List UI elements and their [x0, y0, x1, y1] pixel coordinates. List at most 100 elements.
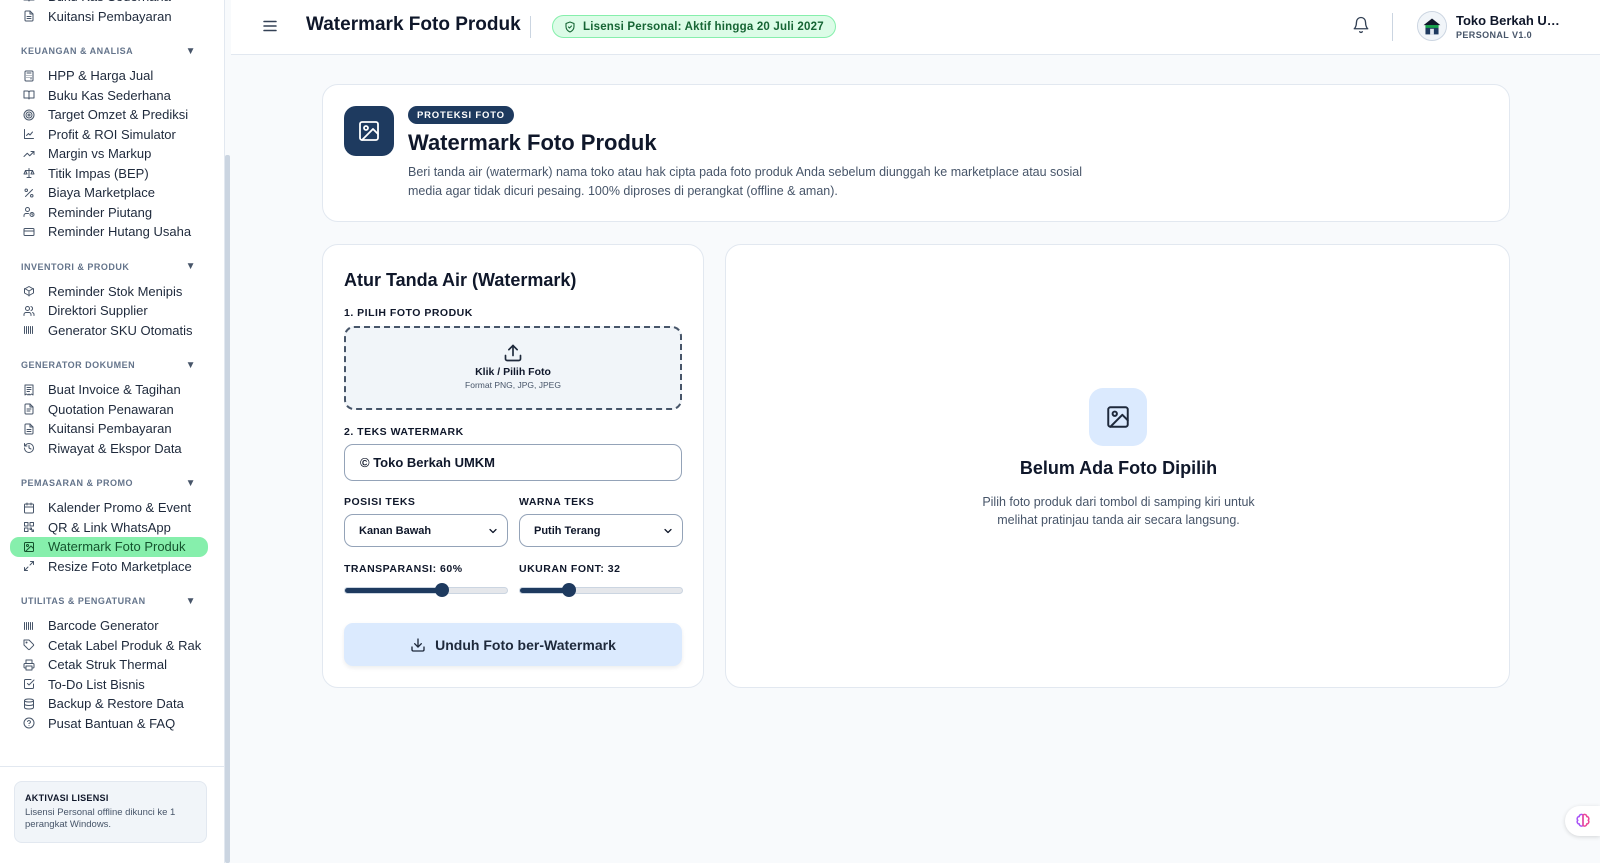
- sidebar-item-kalender-promo-event[interactable]: Kalender Promo & Event: [10, 498, 208, 518]
- sidebar-item-cetak-label-produk-rak[interactable]: Cetak Label Produk & Rak: [10, 636, 208, 656]
- hero-description: Beri tanda air (watermark) nama toko ata…: [408, 165, 1083, 198]
- sidebar-divider: [0, 766, 224, 767]
- sidebar-item-label: Biaya Marketplace: [48, 185, 155, 201]
- sidebar-item-titik-impas-bep[interactable]: Titik Impas (BEP): [10, 164, 208, 184]
- fontsize-slider-handle[interactable]: [561, 583, 576, 597]
- sidebar-item-profit-roi-simulator[interactable]: Profit & ROI Simulator: [10, 125, 208, 145]
- photo-upload-dropzone[interactable]: Klik / Pilih Foto Format PNG, JPG, JPEG: [344, 326, 682, 410]
- upload-formats: Format PNG, JPG, JPEG: [465, 380, 561, 390]
- sidebar-item-buku-kas-sederhana[interactable]: Buku Kas Sederhana: [10, 86, 208, 106]
- sidebar-item-qr-link-whatsapp[interactable]: QR & Link WhatsApp: [10, 518, 208, 538]
- download-watermark-button[interactable]: Unduh Foto ber-Watermark: [344, 623, 682, 666]
- sidebar-item-resize-foto-marketplace[interactable]: Resize Foto Marketplace: [10, 557, 208, 577]
- sidebar-item-hpp-harga-jual[interactable]: HPP & Harga Jual: [10, 66, 208, 86]
- sidebar-item-kuitansi-pembayaran[interactable]: Kuitansi Pembayaran: [10, 7, 208, 27]
- sidebar-item-direktori-supplier[interactable]: Direktori Supplier: [10, 301, 208, 321]
- tag-icon: [23, 639, 35, 651]
- sidebar-item-to-do-list-bisnis[interactable]: To-Do List Bisnis: [10, 675, 208, 695]
- ai-assistant-button[interactable]: [1565, 806, 1600, 836]
- sidebar-section-header[interactable]: PEMASARAN & PROMO ▼: [0, 476, 218, 490]
- opacity-slider-handle[interactable]: [435, 583, 450, 597]
- topbar: Watermark Foto Produk Lisensi Personal: …: [231, 0, 1600, 55]
- hero-title: Watermark Foto Produk: [408, 130, 657, 155]
- image-placeholder-icon: [1089, 388, 1147, 446]
- sidebar-item-buat-invoice-tagihan[interactable]: Buat Invoice & Tagihan: [10, 380, 208, 400]
- sidebar-item-riwayat-ekspor-data[interactable]: Riwayat & Ekspor Data: [10, 439, 208, 459]
- sidebar-item-label: Cetak Label Produk & Rak: [48, 637, 202, 653]
- sidebar-item-label: Buku Kas Sederhana: [48, 87, 171, 103]
- sidebar-section-title: PEMASARAN & PROMO: [21, 478, 134, 488]
- shield-check-icon: [565, 20, 575, 33]
- users-icon: [23, 305, 35, 317]
- color-select[interactable]: Putih Terang: [519, 514, 683, 547]
- download-icon: [411, 637, 425, 652]
- position-select[interactable]: Kanan Bawah: [344, 514, 508, 547]
- sidebar-item-buku-kas-sederhana[interactable]: Buku Kas Sederhana: [10, 0, 208, 7]
- percent-icon: [23, 187, 35, 199]
- maximize-icon: [23, 560, 35, 572]
- preview-card: Belum Ada Foto Dipilih Pilih foto produk…: [725, 244, 1510, 688]
- line-chart-icon: [23, 128, 35, 140]
- preview-empty-title: Belum Ada Foto Dipilih: [1019, 458, 1218, 478]
- sidebar-section-header[interactable]: GENERATOR DOKUMEN ▼: [0, 358, 218, 372]
- sidebar-item-label: Target Omzet & Prediksi: [48, 107, 189, 123]
- caret-down-icon[interactable]: ▼: [186, 46, 196, 57]
- sidebar-item-label: Kalender Promo & Event: [48, 500, 192, 516]
- bell-icon[interactable]: [1352, 16, 1370, 36]
- sidebar-item-watermark-foto-produk[interactable]: Watermark Foto Produk: [10, 537, 208, 557]
- menu-icon[interactable]: [261, 17, 279, 35]
- sidebar-item-quotation-penawaran[interactable]: Quotation Penawaran: [10, 400, 208, 420]
- shop-name[interactable]: Toko Berkah UMKM: [1456, 13, 1566, 28]
- opacity-slider[interactable]: [344, 583, 508, 597]
- sidebar-section-header[interactable]: INVENTORI & PRODUK ▼: [0, 260, 218, 274]
- sidebar-item-label: Kuitansi Pembayaran: [48, 421, 172, 437]
- sidebar-section-header[interactable]: KEUANGAN & ANALISA ▼: [0, 44, 218, 58]
- license-activation-box[interactable]: AKTIVASI LISENSI Lisensi Personal offlin…: [14, 781, 207, 843]
- chevron-down-icon: [664, 528, 672, 534]
- hero-tag: PROTEKSI FOTO: [408, 106, 514, 124]
- file-text-icon: [23, 10, 35, 22]
- watermark-text-input[interactable]: [344, 444, 682, 481]
- fontsize-slider[interactable]: [519, 583, 683, 597]
- topbar-divider: [530, 16, 531, 38]
- sidebar-item-label: Backup & Restore Data: [48, 696, 184, 712]
- scale-icon: [23, 167, 35, 179]
- sidebar-item-barcode-generator[interactable]: Barcode Generator: [10, 616, 208, 636]
- invoice-icon: [23, 384, 35, 396]
- sidebar-item-generator-sku-otomatis[interactable]: Generator SKU Otomatis: [10, 321, 208, 341]
- sidebar-section-title: KEUANGAN & ANALISA: [21, 46, 134, 56]
- avatar[interactable]: [1417, 11, 1447, 41]
- license-status-text: Lisensi Personal: Aktif hingga 20 Juli 2…: [583, 20, 824, 33]
- sidebar-item-kuitansi-pembayaran[interactable]: Kuitansi Pembayaran: [10, 419, 208, 439]
- sidebar-item-label: Buku Kas Sederhana: [48, 0, 171, 4]
- caret-down-icon[interactable]: ▼: [186, 261, 196, 272]
- sidebar-item-target-omzet-prediksi[interactable]: Target Omzet & Prediksi: [10, 105, 208, 125]
- sidebar-item-reminder-stok-menipis[interactable]: Reminder Stok Menipis: [10, 282, 208, 302]
- sidebar-item-margin-vs-markup[interactable]: Margin vs Markup: [10, 144, 208, 164]
- sidebar-item-reminder-piutang[interactable]: Reminder Piutang: [10, 203, 208, 223]
- sidebar-item-label: Titik Impas (BEP): [48, 165, 149, 181]
- settings-title: Atur Tanda Air (Watermark): [344, 270, 577, 290]
- caret-down-icon[interactable]: ▼: [186, 360, 196, 371]
- sidebar-section-header[interactable]: UTILITAS & PENGATURAN ▼: [0, 594, 218, 608]
- sidebar-item-label: Kuitansi Pembayaran: [48, 8, 172, 24]
- upload-icon: [503, 343, 523, 363]
- sidebar-scrollbar[interactable]: [225, 155, 230, 863]
- sidebar-item-label: Barcode Generator: [48, 618, 159, 634]
- caret-down-icon[interactable]: ▼: [186, 478, 196, 489]
- sidebar-item-reminder-hutang-usaha[interactable]: Reminder Hutang Usaha: [10, 222, 208, 242]
- file-list-icon: [23, 403, 35, 415]
- sidebar-item-label: Direktori Supplier: [48, 303, 148, 319]
- sidebar-item-pusat-bantuan-faq[interactable]: Pusat Bantuan & FAQ: [10, 714, 208, 734]
- sidebar-item-label: QR & Link WhatsApp: [48, 519, 171, 535]
- barcode-icon: [23, 620, 35, 632]
- target-icon: [23, 109, 35, 121]
- hero-card: PROTEKSI FOTO Watermark Foto Produk Beri…: [322, 84, 1510, 222]
- caret-down-icon[interactable]: ▼: [186, 596, 196, 607]
- sidebar-item-backup-restore-data[interactable]: Backup & Restore Data: [10, 694, 208, 714]
- sidebar-item-biaya-marketplace[interactable]: Biaya Marketplace: [10, 183, 208, 203]
- opacity-slider-fill: [345, 588, 443, 593]
- plan-label: PERSONAL V1.0: [1456, 30, 1533, 40]
- sidebar-item-cetak-struk-thermal[interactable]: Cetak Struk Thermal: [10, 655, 208, 675]
- file-text-icon: [23, 423, 35, 435]
